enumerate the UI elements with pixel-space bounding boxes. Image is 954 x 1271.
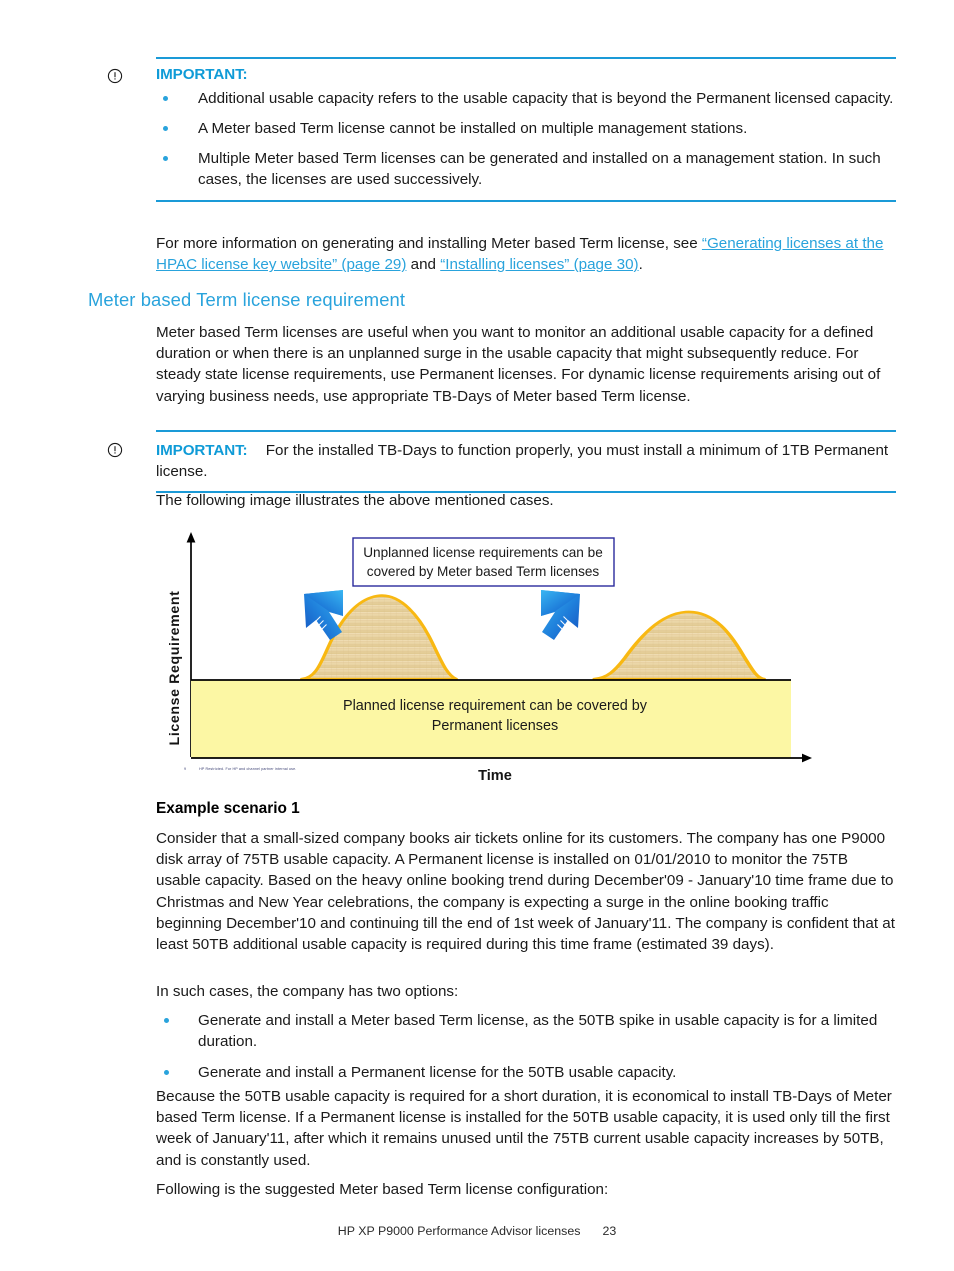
page-footer: HP XP P9000 Performance Advisor licenses… bbox=[0, 1224, 954, 1238]
section-heading-meter-based-term-license-requirement: Meter based Term license requirement bbox=[88, 289, 406, 310]
callout-arrow-left bbox=[304, 590, 343, 640]
list-item-text: Additional usable capacity refers to the… bbox=[198, 89, 894, 107]
important-1-bullet-list: Additional usable capacity refers to the… bbox=[156, 88, 896, 191]
unplanned-surge-hump-right bbox=[592, 610, 766, 681]
important-label-1: IMPORTANT: bbox=[156, 65, 248, 83]
list-item-text: Generate and install a Permanent license… bbox=[198, 1064, 677, 1082]
slide-footer-text: HP Restricted. For HP and channel partne… bbox=[199, 767, 297, 771]
figure-intro-paragraph: The following image illustrates the abov… bbox=[156, 492, 554, 509]
list-item: Multiple Meter based Term licenses can b… bbox=[156, 148, 896, 190]
page-number: 23 bbox=[602, 1224, 617, 1238]
example-paragraph-1: Consider that a small-sized company book… bbox=[156, 830, 895, 954]
admonition-bottom-rule bbox=[156, 200, 896, 202]
bullet-dot-icon bbox=[163, 156, 168, 161]
cross-reference-trailer: . bbox=[638, 256, 643, 274]
callout-arrow-right bbox=[541, 590, 580, 640]
section-paragraph: Meter based Term licenses are useful whe… bbox=[156, 324, 881, 405]
callout-text-line-1: Unplanned license requirements can be bbox=[363, 545, 603, 560]
important-label-2: IMPORTANT: bbox=[156, 441, 248, 459]
list-item: Additional usable capacity refers to the… bbox=[156, 88, 896, 109]
example-paragraph-2: Because the 50TB usable capacity is requ… bbox=[156, 1088, 892, 1169]
bullet-dot-icon bbox=[163, 125, 168, 131]
important-exclamation-circle-icon bbox=[107, 68, 123, 84]
list-item-text: Generate and install a Meter based Term … bbox=[198, 1012, 878, 1051]
bullet-dot-icon bbox=[163, 95, 168, 101]
y-axis-label: License Requirement bbox=[167, 591, 183, 746]
cross-reference-conjunction: and bbox=[406, 256, 441, 274]
band-text-line-1: Planned license requirement can be cover… bbox=[343, 698, 648, 714]
important-2-text: For the installed TB-Days to function pr… bbox=[156, 441, 889, 480]
example-options-list: Generate and install a Meter based Term … bbox=[156, 1010, 896, 1094]
list-item-text: Multiple Meter based Term licenses can b… bbox=[198, 150, 881, 189]
document-page: IMPORTANT: Additional usable capacity re… bbox=[0, 0, 954, 1271]
bullet-dot-icon bbox=[164, 1018, 169, 1023]
important-exclamation-circle-icon bbox=[107, 442, 123, 458]
important-note-2: IMPORTANT: For the installed TB-Days to … bbox=[107, 430, 896, 493]
x-axis-label: Time bbox=[478, 768, 512, 784]
cross-reference-lead: For more information on generating and i… bbox=[156, 235, 702, 252]
slide-number: 9 bbox=[184, 767, 187, 771]
important-note-1: IMPORTANT: Additional usable capacity re… bbox=[107, 57, 896, 202]
list-item: Generate and install a Permanent license… bbox=[156, 1062, 896, 1083]
example-scenario-heading: Example scenario 1 bbox=[156, 800, 300, 817]
example-paragraph-3: Following is the suggested Meter based T… bbox=[156, 1181, 609, 1198]
example-options-lead: In such cases, the company has two optio… bbox=[156, 983, 459, 1000]
footer-title: HP XP P9000 Performance Advisor licenses bbox=[337, 1224, 581, 1238]
slide-footer-microtext: 9 HP Restricted. For HP and channel partn… bbox=[184, 767, 296, 771]
band-text-line-2: Permanent licenses bbox=[432, 718, 558, 734]
bullet-dot-icon bbox=[164, 1070, 169, 1076]
link-installing-licenses[interactable]: “Installing licenses” (page 30) bbox=[440, 256, 638, 273]
list-item: A Meter based Term license cannot be ins… bbox=[156, 118, 896, 139]
callout-text-line-2: covered by Meter based Term licenses bbox=[367, 564, 600, 579]
license-requirement-diagram: License Requirement Time Unplanned licen… bbox=[160, 528, 820, 788]
cross-reference-paragraph: For more information on generating and i… bbox=[156, 233, 896, 275]
important-2-content: IMPORTANT: For the installed TB-Days to … bbox=[156, 440, 896, 482]
list-item-text: A Meter based Term license cannot be ins… bbox=[198, 119, 748, 137]
list-item: Generate and install a Meter based Term … bbox=[156, 1010, 896, 1052]
